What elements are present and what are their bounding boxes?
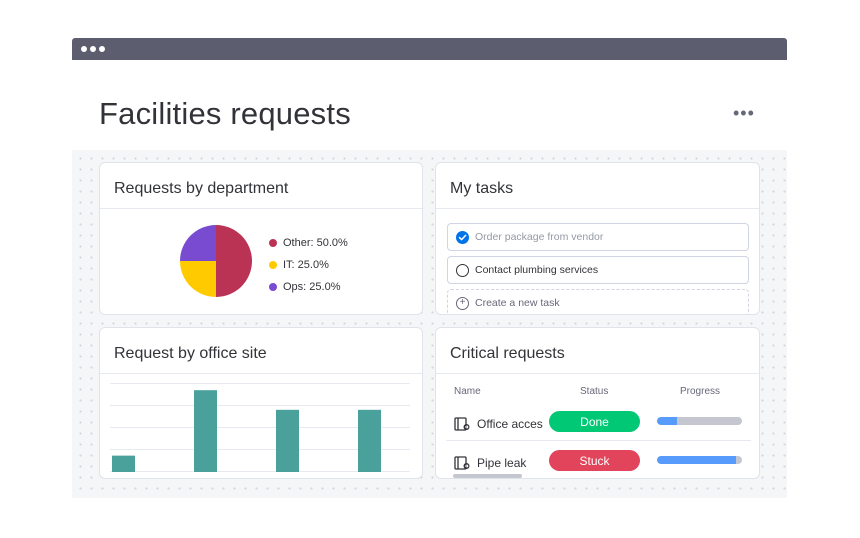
pie-legend: Other: 50.0% IT: 25.0% Ops: 25.0% <box>269 232 348 298</box>
new-task-input[interactable]: + Create a new task <box>447 289 749 314</box>
legend-label: IT: 25.0% <box>283 259 329 271</box>
legend-dot-icon <box>269 239 277 247</box>
legend-item: Other: 50.0% <box>269 232 348 254</box>
office-site-bar-chart <box>110 383 410 472</box>
plus-icon: + <box>456 296 469 310</box>
progress-fill <box>657 417 677 425</box>
my-tasks-widget: My tasks Order package from vendor Conta… <box>435 162 760 315</box>
divider <box>436 208 759 209</box>
office-site-widget: Request by office site <box>99 327 423 479</box>
bar <box>276 409 299 472</box>
legend-item: IT: 25.0% <box>269 254 348 276</box>
app-window: Facilities requests ••• Requests by depa… <box>72 38 787 498</box>
horizontal-scrollbar[interactable] <box>453 474 522 478</box>
widget-title: Request by office site <box>114 345 267 362</box>
new-task-label: Create a new task <box>475 297 560 309</box>
open-item-icon[interactable] <box>454 417 470 431</box>
unchecked-icon[interactable] <box>456 263 469 277</box>
divider <box>436 373 759 374</box>
bar <box>194 390 217 472</box>
task-label: Order package from vendor <box>475 231 604 243</box>
item-name: Pipe leak <box>477 456 527 470</box>
task-item[interactable]: Order package from vendor <box>447 223 749 251</box>
column-header-status: Status <box>580 386 609 397</box>
progress-bar <box>657 417 742 425</box>
checked-icon[interactable] <box>456 230 469 244</box>
progress-bar <box>657 456 742 464</box>
legend-label: Ops: 25.0% <box>283 281 341 293</box>
divider <box>100 373 422 374</box>
window-titlebar <box>72 38 787 60</box>
legend-item: Ops: 25.0% <box>269 276 348 298</box>
department-widget: Requests by department Other: 50.0% IT: … <box>99 162 423 315</box>
critical-requests-widget: Critical requests Name Status Progress O… <box>435 327 760 479</box>
window-dot-icon <box>90 46 96 52</box>
pie-slice-ops <box>180 225 216 261</box>
more-options-icon[interactable]: ••• <box>733 103 755 124</box>
legend-dot-icon <box>269 261 277 269</box>
department-pie-chart <box>180 225 252 297</box>
bar <box>358 409 381 472</box>
legend-dot-icon <box>269 283 277 291</box>
page-title: Facilities requests <box>99 96 351 131</box>
item-name: Office access <box>477 417 543 431</box>
dashboard-board: Requests by department Other: 50.0% IT: … <box>72 150 787 498</box>
legend-label: Other: 50.0% <box>283 237 348 249</box>
widget-title: Critical requests <box>450 345 565 362</box>
row-divider <box>446 440 751 441</box>
status-badge[interactable]: Stuck <box>549 450 640 471</box>
progress-fill <box>657 456 737 464</box>
table-row[interactable]: Office access Done <box>436 406 759 444</box>
pie-slice-it <box>180 261 216 297</box>
open-item-icon[interactable] <box>454 456 470 470</box>
task-label: Contact plumbing services <box>475 264 599 276</box>
window-dot-icon <box>99 46 105 52</box>
bar <box>112 455 135 472</box>
widget-title: My tasks <box>450 180 514 197</box>
window-dot-icon <box>81 46 87 52</box>
column-header-name: Name <box>454 386 481 397</box>
divider <box>100 208 422 209</box>
status-badge[interactable]: Done <box>549 411 640 432</box>
task-item[interactable]: Contact plumbing services <box>447 256 749 284</box>
column-header-progress: Progress <box>680 386 721 397</box>
widget-title: Requests by department <box>114 180 289 197</box>
pie-slice-other <box>216 225 252 297</box>
